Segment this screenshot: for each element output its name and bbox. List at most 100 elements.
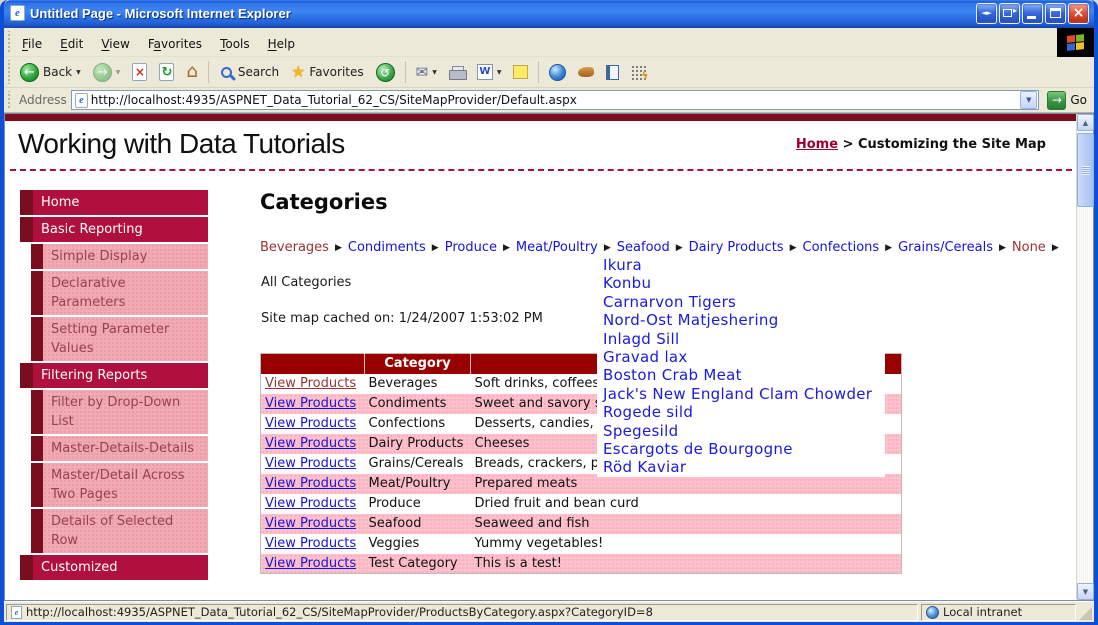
- vertical-scrollbar[interactable]: ▲ ▼: [1076, 114, 1094, 600]
- description-cell: Seaweed and fish: [470, 513, 902, 534]
- resize-grip[interactable]: [1079, 607, 1092, 620]
- history-icon: ↺: [375, 62, 395, 82]
- edit-with-word-button[interactable]: W ▼: [472, 62, 507, 82]
- category-link-dairy-products[interactable]: Dairy Products: [689, 240, 784, 255]
- back-button[interactable]: ← Back ▼: [15, 61, 86, 84]
- sidebar-item-stripe: [31, 244, 43, 269]
- title-bar[interactable]: e Untitled Page - Microsoft Internet Exp…: [4, 0, 1094, 28]
- refresh-button[interactable]: ↻: [154, 61, 179, 83]
- addressbar-grip[interactable]: [5, 91, 12, 109]
- menu-item-edit[interactable]: Edit: [51, 33, 92, 55]
- scroll-window-button[interactable]: ◄►: [976, 2, 997, 24]
- menu-item-help[interactable]: Help: [259, 33, 304, 55]
- sidebar-item-master-details-details[interactable]: Master-Details-Details: [31, 436, 208, 461]
- sidebar-item-label: Details of Selected Row: [43, 509, 208, 553]
- menubar-grip[interactable]: [5, 31, 12, 53]
- sidebar-item-home[interactable]: Home: [20, 190, 208, 215]
- stop-button[interactable]: ×: [127, 61, 152, 83]
- category-link-none[interactable]: None: [1012, 240, 1046, 255]
- view-products-link[interactable]: View Products: [265, 456, 356, 471]
- view-products-link[interactable]: View Products: [265, 536, 356, 551]
- breadcrumb-home-link[interactable]: Home: [796, 137, 838, 152]
- flyout-product-link[interactable]: Nord-Ost Matjeshering: [597, 311, 885, 329]
- category-link-condiments[interactable]: Condiments: [348, 240, 426, 255]
- popout-window-button[interactable]: ▸: [999, 2, 1020, 24]
- history-button[interactable]: ↺: [371, 61, 400, 84]
- category-link-meat-poultry[interactable]: Meat/Poultry: [516, 240, 598, 255]
- view-products-link[interactable]: View Products: [265, 396, 356, 411]
- view-products-link[interactable]: View Products: [265, 556, 356, 571]
- msn-icon: [549, 63, 567, 81]
- table-row: View Products Seafood Seaweed and fish: [260, 513, 902, 534]
- menu-item-view[interactable]: View: [92, 33, 138, 55]
- sidebar-item-simple-display[interactable]: Simple Display: [31, 244, 208, 269]
- flyout-product-link[interactable]: Spegesild: [597, 422, 885, 440]
- sidebar-item-details-of-selected-row[interactable]: Details of Selected Row: [31, 509, 208, 553]
- go-button[interactable]: → Go: [1043, 90, 1091, 110]
- flyout-product-link[interactable]: Gravad lax: [597, 348, 885, 366]
- flyout-product-link[interactable]: Röd Kaviar: [597, 458, 885, 476]
- sidebar-item-master-detail-across-two-pages[interactable]: Master/Detail Across Two Pages: [31, 463, 208, 507]
- home-button[interactable]: ⌂: [181, 61, 202, 83]
- discuss-button[interactable]: [508, 63, 533, 81]
- menu-item-favorites[interactable]: Favorites: [139, 33, 211, 55]
- category-link-confections[interactable]: Confections: [803, 240, 880, 255]
- close-icon: ×: [1072, 4, 1085, 21]
- back-icon: ←: [20, 62, 39, 82]
- flyout-product-link[interactable]: Rogede sild: [597, 403, 885, 421]
- toolbar-grip[interactable]: [5, 60, 12, 84]
- scroll-up-button[interactable]: ▲: [1077, 114, 1094, 131]
- sidebar-item-declarative-parameters[interactable]: Declarative Parameters: [31, 271, 208, 315]
- web-components-button[interactable]: ϟ: [626, 63, 651, 82]
- category-link-grains-cereals[interactable]: Grains/Cereals: [898, 240, 993, 255]
- sidebar-item-filtering-reports[interactable]: Filtering Reports: [20, 363, 208, 388]
- sidebar-item-setting-parameter-values[interactable]: Setting Parameter Values: [31, 317, 208, 361]
- menu-bar: File Edit View Favorites Tools Help: [4, 28, 1094, 57]
- flyout-product-link[interactable]: Escargots de Bourgogne: [597, 440, 885, 458]
- category-link-beverages[interactable]: Beverages: [260, 240, 329, 255]
- close-button[interactable]: ×: [1068, 2, 1089, 24]
- scrollbar-thumb[interactable]: [1077, 133, 1094, 207]
- scroll-down-button[interactable]: ▼: [1077, 583, 1094, 600]
- msn-button[interactable]: [544, 62, 571, 83]
- flyout-product-link[interactable]: Ikura: [597, 256, 885, 274]
- research-button[interactable]: [601, 63, 624, 82]
- flyout-product-link[interactable]: Konbu: [597, 274, 885, 292]
- minimize-button[interactable]: [1022, 2, 1043, 24]
- sidebar-item-stripe: [31, 509, 43, 553]
- address-input[interactable]: [90, 92, 1018, 108]
- view-products-link[interactable]: View Products: [265, 436, 356, 451]
- refresh-icon: ↻: [159, 63, 175, 81]
- view-products-link[interactable]: View Products: [265, 516, 356, 531]
- view-products-link[interactable]: View Products: [265, 376, 356, 391]
- maximize-button[interactable]: [1045, 2, 1066, 24]
- category-cell: Confections: [368, 416, 446, 431]
- web-components-icon: ϟ: [631, 64, 648, 82]
- menu-arrow-icon: ▶: [885, 243, 893, 253]
- search-button[interactable]: Search: [214, 63, 284, 82]
- flyout-product-link[interactable]: Boston Crab Meat: [597, 366, 885, 384]
- sidebar-item-filter-by-drop-down-list[interactable]: Filter by Drop-Down List: [31, 390, 208, 434]
- back-dropdown-icon[interactable]: ▼: [76, 69, 81, 76]
- mail-button[interactable]: ✉ ▼: [411, 61, 442, 83]
- flyout-product-link[interactable]: Inlagd Sill: [597, 330, 885, 348]
- view-products-link[interactable]: View Products: [265, 416, 356, 431]
- print-button[interactable]: [444, 64, 470, 81]
- site-title: Working with Data Tutorials: [18, 128, 345, 159]
- windows-flag-icon: [1067, 34, 1084, 51]
- globe-icon: [926, 605, 939, 619]
- messenger-button[interactable]: [573, 65, 599, 79]
- view-products-link[interactable]: View Products: [265, 496, 356, 511]
- menu-item-tools[interactable]: Tools: [211, 33, 259, 55]
- sidebar-item-basic-reporting[interactable]: Basic Reporting: [20, 217, 208, 242]
- sidebar-item-customized[interactable]: Customized: [20, 555, 208, 580]
- view-products-link[interactable]: View Products: [265, 476, 356, 491]
- flyout-product-link[interactable]: Carnarvon Tigers: [597, 293, 885, 311]
- category-link-seafood[interactable]: Seafood: [617, 240, 670, 255]
- favorites-button[interactable]: ★ Favorites: [286, 62, 369, 82]
- category-link-produce[interactable]: Produce: [445, 240, 497, 255]
- menu-item-file[interactable]: File: [13, 33, 51, 55]
- flyout-product-link[interactable]: Jack's New England Clam Chowder: [597, 385, 885, 403]
- address-dropdown-button[interactable]: ▼: [1020, 91, 1038, 109]
- forward-button[interactable]: → ▼: [88, 61, 126, 84]
